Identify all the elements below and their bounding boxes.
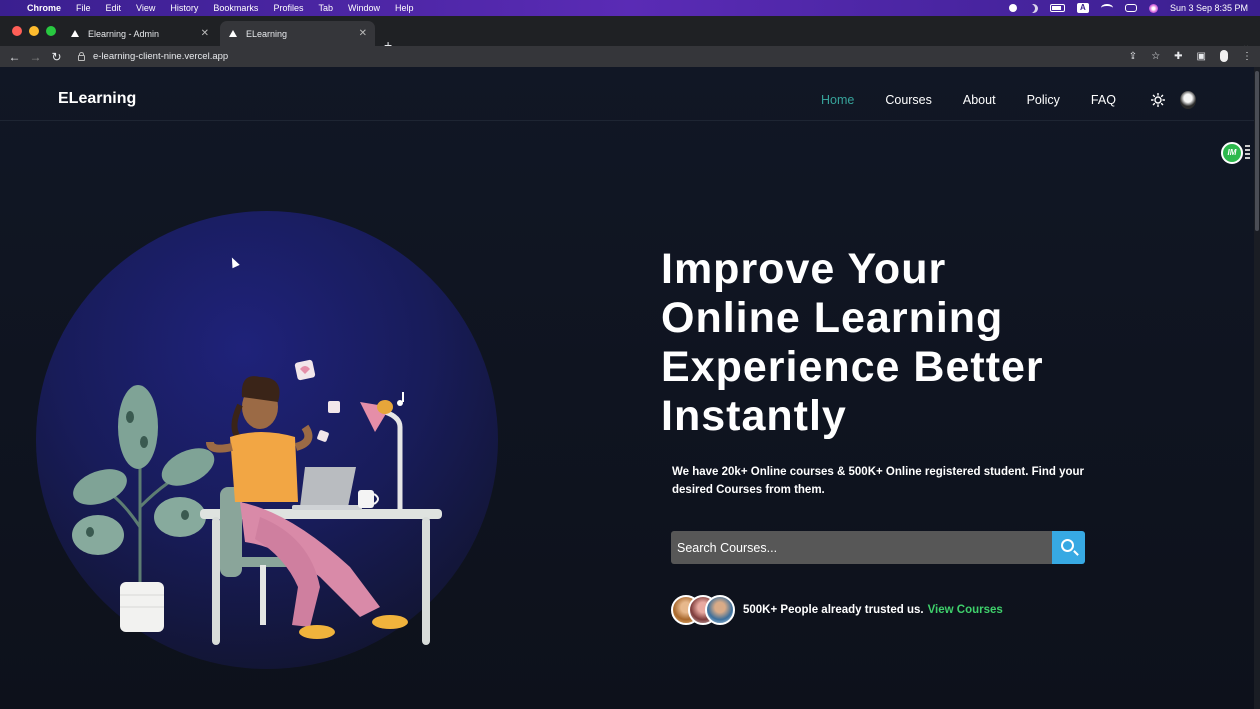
record-icon[interactable]: [1008, 4, 1017, 12]
tab-title: Elearning - Admin: [88, 28, 160, 39]
macos-menu-bar: Chrome File Edit View History Bookmarks …: [0, 0, 1260, 472]
plant-illustration: [72, 385, 215, 632]
bookmark-star-icon[interactable]: ☆: [1151, 51, 1160, 62]
close-tab-icon[interactable]: ✕: [359, 28, 367, 39]
side-panel-icon[interactable]: ▣: [1197, 51, 1206, 62]
view-courses-link[interactable]: View Courses: [928, 604, 1003, 616]
extensions-puzzle-icon[interactable]: ✚: [1174, 51, 1182, 62]
course-search-bar: [671, 531, 1085, 564]
chrome-menu-icon[interactable]: ⋮: [1242, 51, 1252, 62]
hero-illustration: [72, 359, 442, 645]
lock-icon[interactable]: [78, 52, 85, 61]
menu-clock[interactable]: Sun 3 Sep 8:35 PM: [1170, 3, 1248, 13]
url-text[interactable]: e-learning-client-nine.vercel.app: [93, 51, 228, 62]
scrollbar-thumb[interactable]: [1255, 71, 1259, 231]
desk-items-illustration: [292, 400, 403, 510]
input-source-icon[interactable]: A: [1076, 3, 1089, 13]
nav-courses[interactable]: Courses: [885, 93, 932, 107]
web-page: ELearning Home Courses About Policy FAQ …: [0, 67, 1260, 709]
student-avatar: [705, 595, 735, 625]
course-search-input[interactable]: [671, 531, 1052, 564]
tab-elearning[interactable]: ELearning ✕: [220, 21, 375, 46]
theme-toggle-sun-icon[interactable]: [1151, 93, 1165, 107]
menu-history[interactable]: History: [170, 3, 198, 13]
address-bar[interactable]: e-learning-client-nine.vercel.app: [74, 48, 1174, 65]
menu-window[interactable]: Window: [348, 3, 380, 13]
minimize-window-button[interactable]: [29, 26, 39, 36]
hero-subtext: We have 20k+ Online courses & 500K+ Onli…: [672, 466, 1085, 496]
zoom-window-button[interactable]: [46, 26, 56, 36]
nav-policy[interactable]: Policy: [1027, 93, 1060, 107]
nav-home[interactable]: Home: [821, 93, 854, 107]
menu-edit[interactable]: Edit: [106, 3, 122, 13]
close-window-button[interactable]: [12, 26, 22, 36]
window-controls: [12, 26, 56, 36]
drag-handle-icon[interactable]: [1245, 145, 1250, 161]
menu-tab[interactable]: Tab: [318, 3, 333, 13]
search-icon: [1061, 539, 1074, 552]
menu-help[interactable]: Help: [395, 3, 414, 13]
hero-headline: Improve Your Online Learning Experience …: [661, 245, 1044, 440]
menu-view[interactable]: View: [136, 3, 155, 13]
trust-text: 500K+ People already trusted us.: [743, 604, 924, 616]
extension-im-badge[interactable]: IM: [1221, 142, 1243, 164]
browser-toolbar: ← → ↻ e-learning-client-nine.vercel.app …: [0, 46, 1260, 67]
control-center-icon[interactable]: [1124, 4, 1137, 12]
page-scrollbar[interactable]: [1254, 67, 1260, 709]
student-avatars: [671, 595, 735, 625]
browser-tab-strip: Elearning - Admin ✕ ELearning ✕ + ⌄: [0, 16, 1260, 52]
forward-button[interactable]: →: [25, 50, 46, 64]
nav-faq[interactable]: FAQ: [1091, 93, 1116, 107]
battery-icon[interactable]: [1049, 4, 1065, 12]
tab-elearning-admin[interactable]: Elearning - Admin ✕: [62, 21, 217, 46]
site-header: ELearning Home Courses About Policy FAQ: [0, 67, 1254, 121]
user-avatar[interactable]: [1180, 91, 1196, 109]
close-tab-icon[interactable]: ✕: [201, 28, 209, 39]
search-button[interactable]: [1052, 531, 1085, 564]
vercel-favicon-icon: [70, 29, 80, 39]
trust-row: 500K+ People already trusted us. View Co…: [671, 595, 1003, 625]
focus-moon-icon[interactable]: [1029, 4, 1038, 13]
tab-title: ELearning: [246, 28, 288, 39]
siri-icon[interactable]: [1148, 3, 1158, 13]
vercel-favicon-icon: [228, 29, 238, 39]
menu-file[interactable]: File: [76, 3, 91, 13]
main-nav: Home Courses About Policy FAQ: [821, 93, 1116, 107]
wifi-icon[interactable]: [1100, 4, 1113, 12]
reload-button[interactable]: ↻: [46, 50, 67, 64]
nav-about[interactable]: About: [963, 93, 996, 107]
menu-bookmarks[interactable]: Bookmarks: [213, 3, 258, 13]
back-button[interactable]: ←: [4, 50, 25, 64]
share-icon[interactable]: ⇪: [1129, 51, 1137, 62]
site-logo[interactable]: ELearning: [58, 90, 136, 108]
profile-avatar[interactable]: [1220, 50, 1228, 62]
menu-app-name[interactable]: Chrome: [27, 3, 61, 13]
menu-profiles[interactable]: Profiles: [273, 3, 303, 13]
